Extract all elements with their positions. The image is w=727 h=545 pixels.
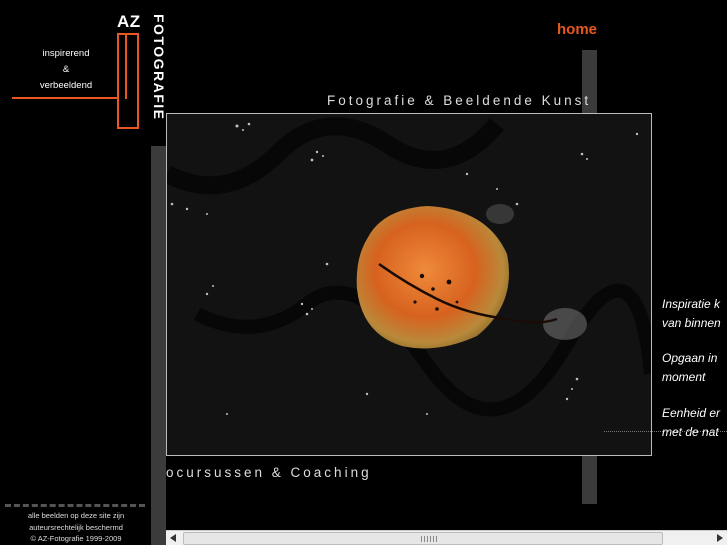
scrollbar-thumb[interactable] xyxy=(183,532,663,545)
horizontal-scrollbar[interactable] xyxy=(166,530,727,545)
left-bar xyxy=(151,146,166,545)
scroll-left-button[interactable] xyxy=(166,531,181,545)
slogan-line: & xyxy=(62,64,70,75)
main-photo xyxy=(166,113,652,456)
slogan-line: inspirerend xyxy=(42,48,90,59)
side-text-opgaan[interactable]: Opgaan in moment xyxy=(662,349,717,387)
copyright: alle beelden op deze site zijn auteursre… xyxy=(27,511,125,543)
footer-title: ocursussen & Coaching xyxy=(166,465,372,480)
logo-fotografie: FOTOGRAFIE xyxy=(151,14,167,121)
arrow-right-icon xyxy=(717,534,723,542)
dotted-divider xyxy=(604,431,727,432)
arrow-left-icon xyxy=(170,534,176,542)
copyright-divider xyxy=(5,504,145,507)
logo-line xyxy=(12,97,119,99)
slogan: inspirerend & verbeeldend xyxy=(30,46,102,94)
grip-icon xyxy=(421,536,437,542)
side-text-eenheid[interactable]: Eenheid er met de nat xyxy=(662,404,720,442)
photo-artwork xyxy=(167,114,651,455)
slogan-line: verbeeldend xyxy=(39,80,93,91)
logo-frame-inner xyxy=(117,33,127,99)
logo-az-text: AZ xyxy=(117,12,141,31)
header-title: Fotografie & Beeldende Kunst xyxy=(327,93,592,108)
scroll-right-button[interactable] xyxy=(712,531,727,545)
side-text-inspiratie[interactable]: Inspiratie k van binnen xyxy=(662,295,721,333)
nav-home-link[interactable]: home xyxy=(557,21,597,38)
